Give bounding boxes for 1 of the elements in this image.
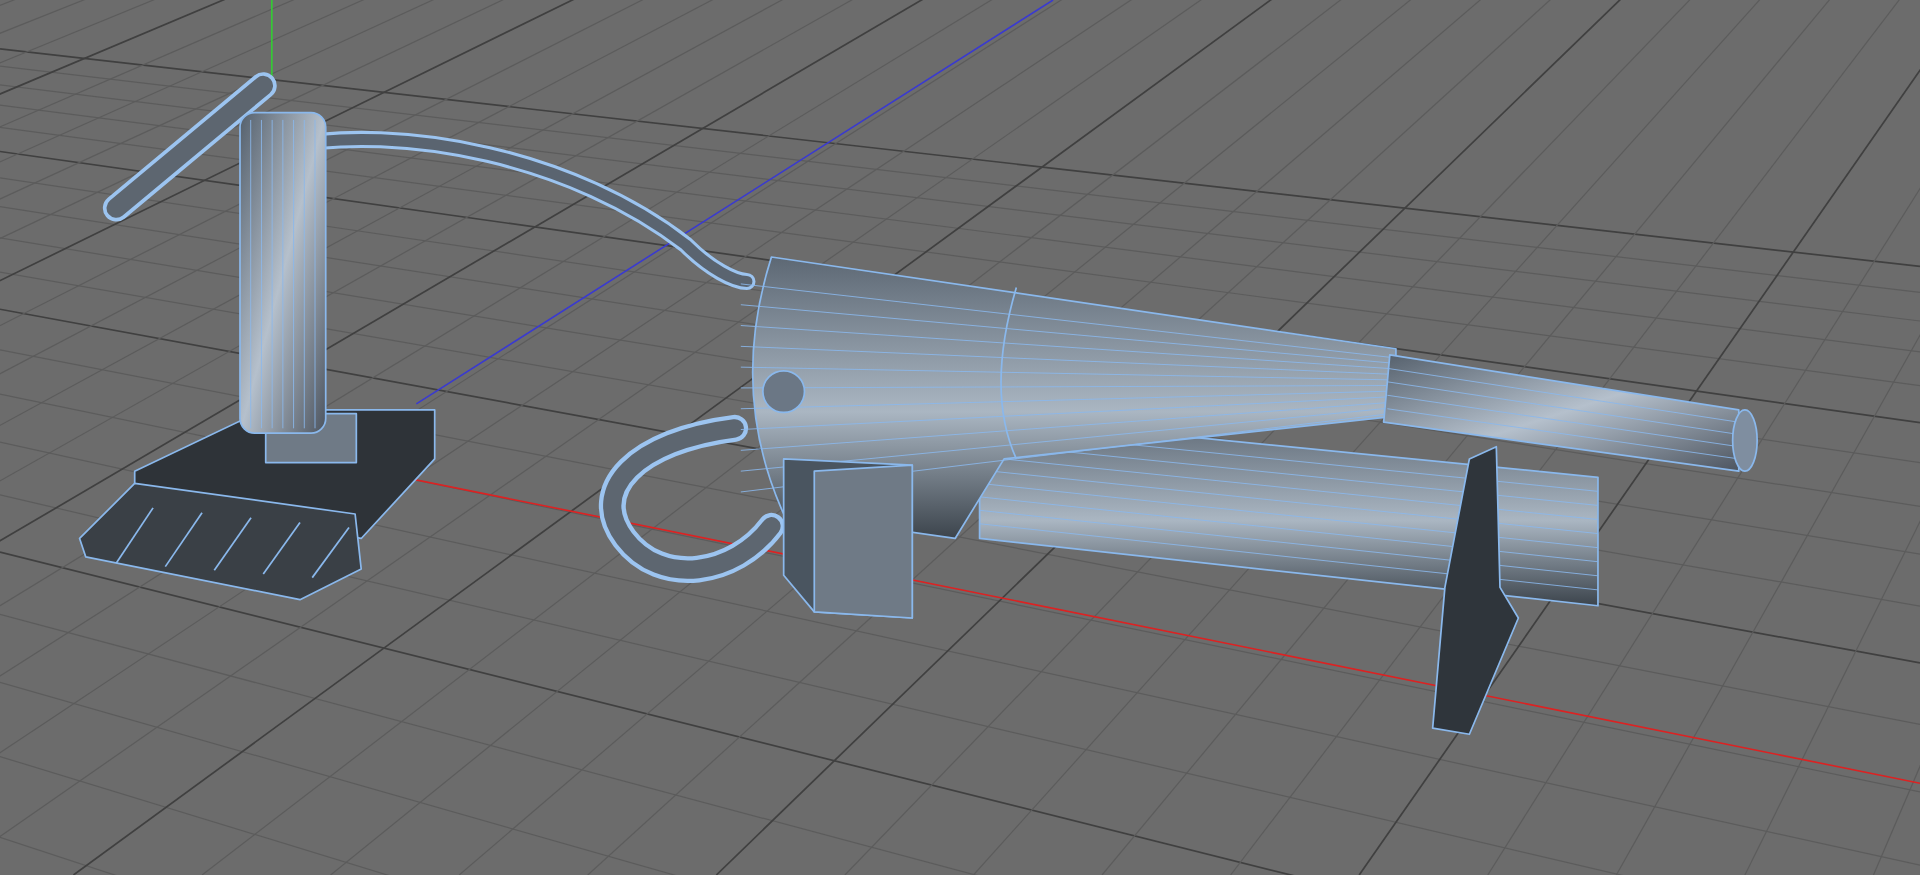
wireframe-model-drawing[interactable] — [78, 72, 1758, 736]
